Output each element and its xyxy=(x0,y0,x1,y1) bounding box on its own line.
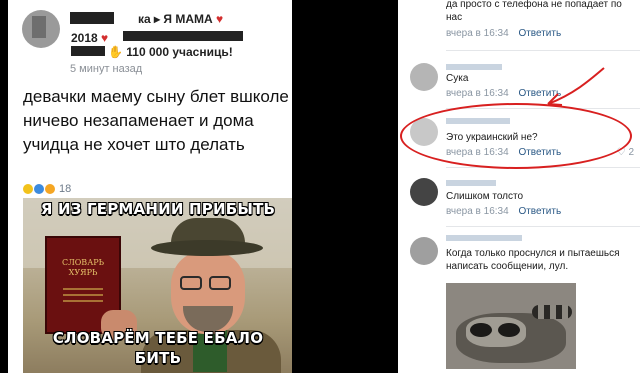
comment-time[interactable]: вчера в 16:34 xyxy=(446,206,509,217)
post-text: девачки маему сыну блет вшколе ничево не… xyxy=(23,87,289,154)
meme-top-caption: Я ИЗ ГЕРМАНИИ ПРИБЫТЬ xyxy=(40,200,276,218)
comment-text: Это украинский не? xyxy=(446,132,538,143)
comment-meta: вчера в 16:34 Ответить xyxy=(446,28,561,39)
cry-reaction-icon xyxy=(45,184,55,194)
raccoon-mask-right xyxy=(498,323,520,337)
meme-image[interactable]: СЛОВАРЬ ХУЯРЬ Я ИЗ ГЕРМАНИИ ПРИБЫТЬ СЛОВ… xyxy=(23,198,292,373)
group-name[interactable]: ка ▸ Я МАМА ♥ xyxy=(138,12,223,26)
book-title-line1: СЛОВАРЬ xyxy=(61,258,105,267)
comment-text: Когда только проснулся и пытаешься напис… xyxy=(446,248,620,272)
reaction-count: 18 xyxy=(59,183,72,195)
subscribers-line: ✋ 110 000 учасниць! xyxy=(108,45,233,59)
book-decoration xyxy=(63,288,103,306)
raccoon-mask-left xyxy=(470,323,492,337)
redacted-commenter-name xyxy=(446,235,522,241)
redacted-commenter-name xyxy=(446,64,502,70)
commenter-avatar[interactable] xyxy=(410,237,438,265)
reply-link[interactable]: Ответить xyxy=(518,147,561,158)
redacted-commenter-name xyxy=(446,180,496,186)
redacted-line-2 xyxy=(71,46,105,56)
comment-time[interactable]: вчера в 16:34 xyxy=(446,88,509,99)
group-name-text: ка ▸ Я МАМА xyxy=(138,12,213,26)
comment-meta: вчера в 16:34 Ответить xyxy=(446,147,561,158)
praying-hands-icon: ✋ xyxy=(108,45,123,59)
comment: Сука вчера в 16:34 Ответить xyxy=(398,55,640,105)
meme-glasses-left xyxy=(180,276,202,290)
comment: Слишком толсто вчера в 16:34 Ответить xyxy=(398,172,640,224)
redacted-commenter-name xyxy=(446,118,510,124)
meme-glasses-right xyxy=(209,276,231,290)
laugh-reaction-icon xyxy=(23,184,33,194)
heart-outline-icon: ♡ xyxy=(616,147,626,158)
raccoon-tail xyxy=(532,305,572,319)
comment-highlighted: Это украинский не? вчера в 16:34 Ответит… xyxy=(398,112,640,166)
comments-screenshot: да просто с телефона не попадает по нас … xyxy=(398,0,640,373)
commenter-avatar[interactable] xyxy=(410,178,438,206)
subscribers-text: 110 000 учасниць! xyxy=(126,45,233,59)
comment-text: Сука xyxy=(446,73,469,84)
reactions-bar[interactable]: 18 xyxy=(23,183,71,195)
like-button[interactable]: ♡ 2 xyxy=(617,147,634,158)
like-reaction-icon xyxy=(34,184,44,194)
post-screenshot: ка ▸ Я МАМА ♥ 2018 ♥ ✋ 110 000 учасниць!… xyxy=(8,0,292,373)
divider xyxy=(446,108,640,109)
comment-meta: вчера в 16:34 Ответить xyxy=(446,88,561,99)
meme-bottom-caption-line1: СЛОВАРЁМ ТЕБЕ ЕБАЛО xyxy=(52,329,264,347)
reply-link[interactable]: Ответить xyxy=(518,28,561,39)
post-header: ка ▸ Я МАМА ♥ 2018 ♥ ✋ 110 000 учасниць!… xyxy=(8,0,292,80)
meme-bottom-caption-line2: БИТЬ xyxy=(134,349,182,367)
redacted-name xyxy=(70,12,114,24)
reply-link[interactable]: Ответить xyxy=(518,206,561,217)
comment: да просто с телефона не попадает по нас … xyxy=(398,0,640,50)
reply-link[interactable]: Ответить xyxy=(518,88,561,99)
divider xyxy=(446,167,640,168)
commenter-avatar[interactable] xyxy=(410,118,438,146)
comment-time[interactable]: вчера в 16:34 xyxy=(446,28,509,39)
heart-icon: ♥ xyxy=(101,31,109,45)
post-time[interactable]: 5 минут назад xyxy=(70,63,142,75)
book-title: СЛОВАРЬ ХУЯРЬ xyxy=(47,258,119,278)
like-count: 2 xyxy=(628,147,634,158)
year-text: 2018 xyxy=(71,31,98,45)
commenter-avatar[interactable] xyxy=(410,63,438,91)
comment-text: да просто с телефона не попадает по нас xyxy=(446,0,622,23)
comment-text: Слишком толсто xyxy=(446,191,524,202)
comment-attached-image[interactable] xyxy=(446,283,576,369)
comment-meta: вчера в 16:34 Ответить xyxy=(446,206,561,217)
divider xyxy=(446,226,640,227)
group-year-line: 2018 ♥ xyxy=(71,31,108,45)
divider xyxy=(446,50,640,51)
comment-time[interactable]: вчера в 16:34 xyxy=(446,147,509,158)
avatar-pixelation xyxy=(32,16,46,38)
meme-hat-brim xyxy=(151,240,263,256)
meme-bottom-caption: СЛОВАРЁМ ТЕБЕ ЕБАЛО БИТЬ xyxy=(23,328,292,368)
redacted-line xyxy=(123,31,243,41)
book-title-line2: ХУЯРЬ xyxy=(68,268,98,277)
heart-icon: ♥ xyxy=(216,12,224,26)
